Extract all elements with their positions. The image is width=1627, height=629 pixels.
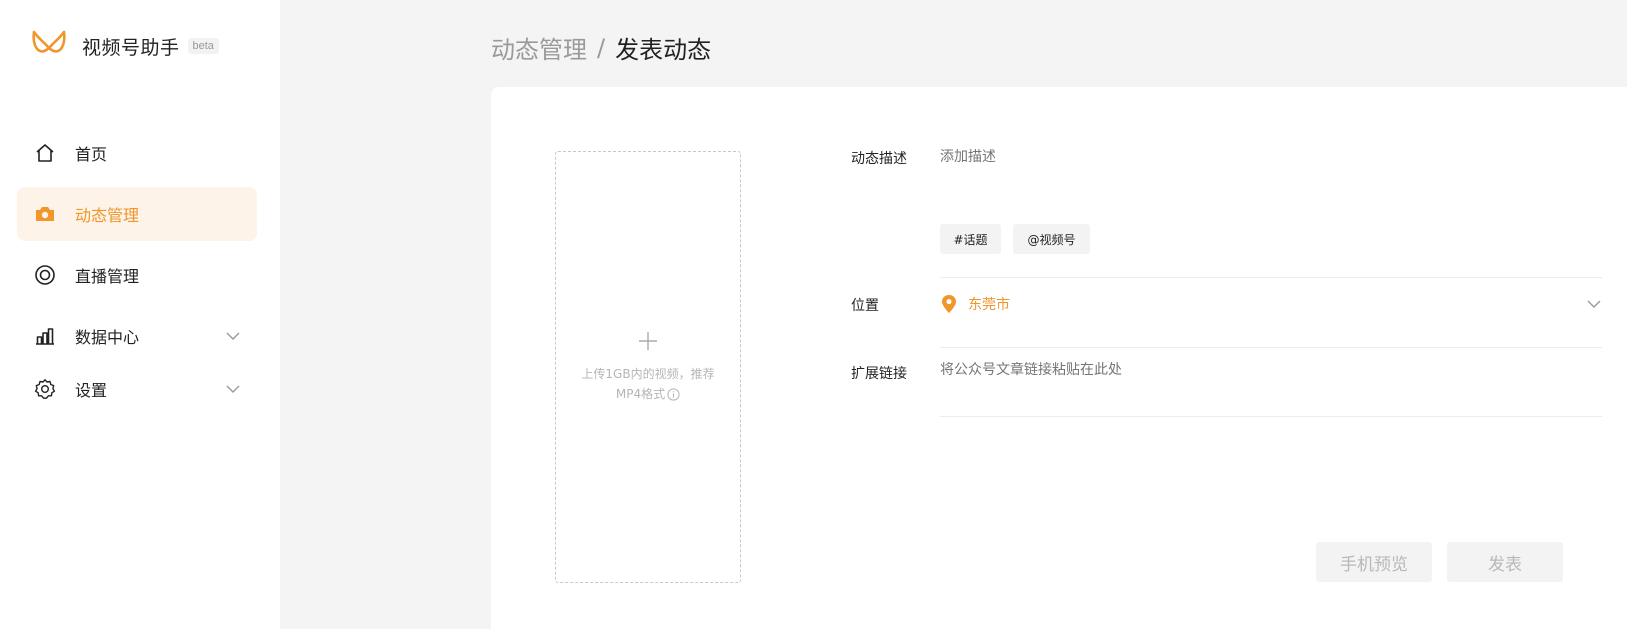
location-label: 位置 bbox=[851, 298, 879, 314]
sidebar-item-label: 动态管理 bbox=[75, 206, 140, 225]
description-input[interactable] bbox=[940, 149, 1540, 165]
camera-icon bbox=[33, 202, 57, 226]
sidebar-item-post-management[interactable]: 动态管理 bbox=[17, 187, 257, 241]
publish-button[interactable]: 发表 bbox=[1447, 542, 1563, 582]
brand[interactable]: 视频号助手 beta bbox=[30, 28, 219, 64]
divider bbox=[940, 277, 1602, 278]
video-upload-area[interactable]: 上传1GB内的视频，推荐 MP4格式 bbox=[555, 151, 741, 583]
live-ring-icon bbox=[33, 263, 57, 287]
chevron-down-icon[interactable] bbox=[225, 328, 241, 344]
sidebar: 视频号助手 beta 首页 动态管理 直播管理 数据中心 设置 bbox=[0, 0, 280, 629]
sidebar-item-data-center[interactable]: 数据中心 bbox=[17, 309, 257, 363]
upload-hint-line2: MP4格式 bbox=[615, 387, 666, 401]
bar-chart-icon bbox=[33, 324, 57, 348]
plus-icon bbox=[639, 332, 657, 350]
mention-tag-button[interactable]: @视频号 bbox=[1013, 224, 1090, 254]
info-icon[interactable] bbox=[667, 387, 680, 401]
page-title: 发表动态 bbox=[615, 36, 712, 64]
beta-badge: beta bbox=[187, 38, 219, 54]
breadcrumb-parent[interactable]: 动态管理 bbox=[491, 30, 587, 65]
location-value: 东莞市 bbox=[968, 297, 1010, 313]
brand-name: 视频号助手 bbox=[82, 36, 180, 59]
divider bbox=[940, 347, 1602, 348]
gear-icon bbox=[33, 377, 57, 401]
upload-hint: 上传1GB内的视频，推荐 MP4格式 bbox=[578, 364, 718, 404]
sidebar-item-live-management[interactable]: 直播管理 bbox=[17, 248, 257, 302]
divider bbox=[940, 416, 1602, 417]
extension-link-label: 扩展链接 bbox=[851, 366, 907, 382]
infinity-logo-icon bbox=[32, 30, 66, 53]
sidebar-item-label: 设置 bbox=[75, 381, 108, 400]
topic-tag-button[interactable]: #话题 bbox=[940, 224, 1001, 254]
breadcrumb-separator: / bbox=[597, 33, 606, 62]
sidebar-item-home[interactable]: 首页 bbox=[17, 126, 257, 180]
chevron-down-icon[interactable] bbox=[225, 381, 241, 397]
extension-link-input[interactable] bbox=[940, 362, 1540, 378]
description-label: 动态描述 bbox=[851, 151, 907, 167]
chevron-down-icon[interactable] bbox=[1586, 296, 1602, 312]
sidebar-item-label: 首页 bbox=[75, 145, 108, 164]
sidebar-item-settings[interactable]: 设置 bbox=[17, 362, 257, 416]
location-pin-icon bbox=[942, 295, 956, 313]
location-select[interactable]: 东莞市 bbox=[940, 293, 1602, 315]
sidebar-item-label: 数据中心 bbox=[75, 328, 140, 347]
home-icon bbox=[33, 141, 57, 165]
phone-preview-button[interactable]: 手机预览 bbox=[1316, 542, 1432, 582]
breadcrumb: 动态管理 / 发表动态 bbox=[491, 30, 711, 65]
upload-hint-line1: 上传1GB内的视频，推荐 bbox=[581, 367, 715, 381]
post-editor-card: 上传1GB内的视频，推荐 MP4格式 动态描述 #话题 @视频号 位置 东莞市 … bbox=[491, 87, 1627, 629]
sidebar-item-label: 直播管理 bbox=[75, 267, 140, 286]
